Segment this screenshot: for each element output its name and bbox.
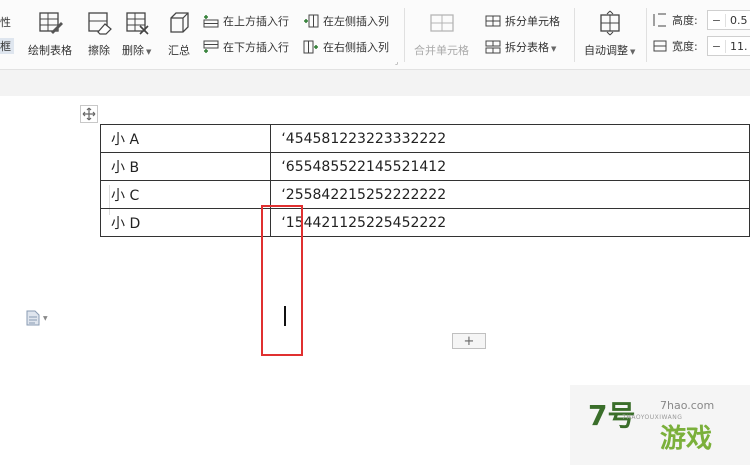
col-width-label: 宽度:: [672, 40, 698, 53]
auto-adjust-icon: [600, 10, 620, 36]
split-cells-button[interactable]: 拆分单元格: [485, 12, 560, 30]
draw-table-label: 绘制表格: [28, 44, 72, 57]
add-row-button[interactable]: +: [452, 333, 486, 349]
value-cell[interactable]: ‘154421125225452222: [270, 208, 750, 237]
ribbon-separator: [646, 8, 647, 62]
insert-row-below-icon: [203, 40, 219, 53]
delete-button[interactable]: 删除 ▼: [122, 6, 151, 62]
split-cells-label: 拆分单元格: [505, 15, 560, 28]
split-cells-icon: [485, 15, 501, 27]
name-cell[interactable]: 小 C: [99, 180, 272, 209]
paragraph-layout-button[interactable]: ▼: [26, 310, 52, 326]
col-width-icon: [653, 40, 667, 52]
name-cell[interactable]: 小 D: [99, 208, 272, 237]
split-table-label: 拆分表格 ▼: [505, 41, 557, 54]
col-width-input[interactable]: − 11.: [707, 36, 750, 56]
summary-button[interactable]: 汇总: [166, 6, 192, 62]
row-height-label: 高度:: [672, 14, 698, 27]
summary-label: 汇总: [168, 44, 190, 57]
row-height-field-group: 高度:: [652, 11, 698, 29]
name-cell[interactable]: 小 B: [99, 152, 272, 181]
eraser-icon: [88, 12, 112, 35]
data-table: 小 A ‘454581223223332222 小 B ‘65548552214…: [99, 124, 750, 237]
insert-row-below-button[interactable]: 在下方插入行: [203, 38, 289, 56]
col-width-decrement[interactable]: −: [708, 39, 726, 53]
name-cell[interactable]: 小 A: [99, 124, 272, 153]
row-height-icon: [653, 13, 666, 27]
insert-col-left-label: 在左侧插入列: [323, 15, 389, 28]
merge-cells-button[interactable]: 合并单元格: [414, 6, 469, 62]
insert-col-right-icon: [303, 40, 318, 54]
col-width-value[interactable]: 11.: [726, 40, 748, 53]
insert-row-above-button[interactable]: 在上方插入行: [203, 12, 289, 30]
merge-cells-label: 合并单元格: [414, 44, 469, 57]
draw-table-icon: [39, 12, 63, 34]
text-cursor: [284, 306, 286, 326]
dialog-launcher-icon[interactable]: ⌟: [395, 58, 398, 66]
chevron-down-icon: ▼: [43, 314, 48, 322]
table-row: 小 C ‘255842215252222222: [99, 180, 750, 209]
insert-row-above-label: 在上方插入行: [223, 15, 289, 28]
ribbon-separator: [574, 8, 575, 62]
document-icon: [26, 310, 40, 326]
row-height-value[interactable]: 0.5: [726, 14, 748, 27]
ruler-gap: [0, 70, 750, 96]
ribbon-left-fragment-top[interactable]: 性: [0, 14, 14, 30]
insert-col-right-button[interactable]: 在右侧插入列: [303, 38, 389, 56]
row-height-decrement[interactable]: −: [708, 13, 726, 27]
eraser-button[interactable]: 擦除: [86, 6, 112, 62]
split-table-icon: [485, 40, 501, 54]
row-height-input[interactable]: − 0.5: [707, 10, 750, 30]
merge-cells-icon: [429, 14, 454, 32]
ribbon-toolbar: 性 框 绘制表格 擦除 删除 ▼ 汇总 在上方插入行 在下方插入行 在左侧插入列…: [0, 0, 750, 70]
delete-label: 删除 ▼: [122, 44, 152, 57]
draw-table-button[interactable]: 绘制表格: [28, 6, 72, 62]
insert-col-right-label: 在右侧插入列: [323, 41, 389, 54]
value-cell[interactable]: ‘454581223223332222: [270, 124, 750, 153]
move-arrows-icon: [82, 107, 96, 121]
insert-row-above-icon: [203, 15, 219, 28]
delete-table-icon: [126, 12, 149, 35]
insert-col-left-button[interactable]: 在左侧插入列: [303, 12, 389, 30]
insert-col-left-icon: [304, 14, 319, 28]
watermark-game-text: 游戏: [660, 424, 713, 454]
auto-adjust-button[interactable]: 自动调整 ▼: [584, 6, 635, 62]
summary-icon: [170, 12, 189, 33]
value-cell[interactable]: ‘655485522145521412: [270, 152, 750, 181]
table-move-handle[interactable]: [80, 105, 98, 123]
split-table-button[interactable]: 拆分表格 ▼: [485, 38, 556, 56]
value-cell[interactable]: ‘255842215252222222: [270, 180, 750, 209]
ribbon-left-fragment-bottom[interactable]: 框: [0, 38, 14, 54]
table-row: 小 D ‘154421125225452222: [99, 208, 750, 237]
table-row: 小 A ‘454581223223332222: [99, 124, 750, 153]
col-width-field-group: 宽度:: [652, 37, 698, 55]
ribbon-separator: [404, 8, 405, 62]
insert-row-below-label: 在下方插入行: [223, 41, 289, 54]
table-row: 小 B ‘655485522145521412: [99, 152, 750, 181]
highlight-box: [261, 205, 303, 356]
eraser-label: 擦除: [88, 44, 110, 57]
auto-adjust-label: 自动调整 ▼: [584, 44, 636, 57]
watermark-url: 7hao.com: [660, 399, 715, 412]
